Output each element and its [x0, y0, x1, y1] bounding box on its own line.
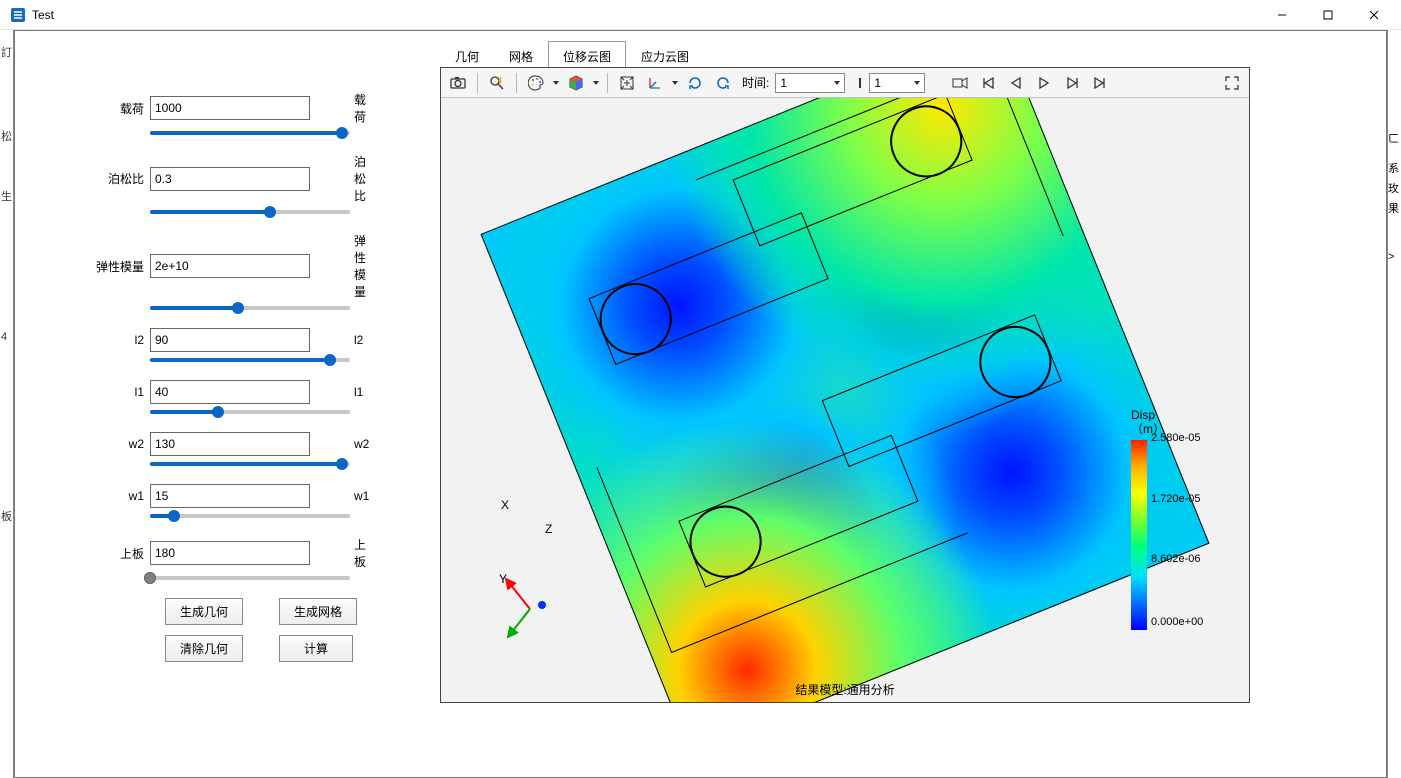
- param-slider-1[interactable]: [150, 210, 350, 214]
- viewer: 时间: 1 1: [440, 67, 1250, 703]
- play-icon[interactable]: [1031, 71, 1057, 95]
- generate-mesh-button[interactable]: 生成网格: [279, 598, 357, 625]
- param-input-3[interactable]: [150, 328, 310, 352]
- param-label-left: w1: [95, 489, 150, 503]
- close-button[interactable]: [1351, 0, 1397, 30]
- param-slider-0[interactable]: [150, 131, 350, 135]
- param-slider-4[interactable]: [150, 410, 350, 414]
- legend-title-1: Disp: [1131, 408, 1231, 422]
- legend-tick: 0.000e+00: [1151, 616, 1203, 628]
- titlebar: Test: [0, 0, 1401, 30]
- param-input-7[interactable]: [150, 541, 310, 565]
- minimize-button[interactable]: [1259, 0, 1305, 30]
- param-label-right: w2: [310, 437, 370, 451]
- time-select-2[interactable]: 1: [869, 73, 925, 93]
- palette-icon[interactable]: [523, 71, 549, 95]
- viewer-toolbar: 时间: 1 1: [441, 68, 1249, 98]
- axes-dropdown[interactable]: [670, 81, 680, 85]
- record-icon[interactable]: [947, 71, 973, 95]
- legend-tick: 8.602e-06: [1151, 553, 1201, 565]
- compute-button[interactable]: 计算: [279, 635, 353, 662]
- result-model-label: 结果模型:通用分析: [795, 681, 894, 698]
- rotate-cw-icon[interactable]: [682, 71, 708, 95]
- param-slider-6[interactable]: [150, 514, 350, 518]
- maximize-button[interactable]: [1305, 0, 1351, 30]
- step-right-icon[interactable]: [847, 71, 867, 95]
- left-num: 4: [1, 330, 7, 344]
- cube-dropdown[interactable]: [591, 81, 601, 85]
- param-label-left: l2: [95, 333, 150, 347]
- time-label: 时间:: [742, 74, 769, 91]
- axes-icon[interactable]: [642, 71, 668, 95]
- generate-geom-button[interactable]: 生成几何: [165, 598, 243, 625]
- left-docked-panel: 訂 松 生 4 板: [0, 30, 14, 778]
- param-input-6[interactable]: [150, 484, 310, 508]
- param-label-left: 上板: [95, 545, 150, 562]
- fullscreen-icon[interactable]: [1219, 71, 1245, 95]
- skip-start-icon[interactable]: [975, 71, 1001, 95]
- skip-end-icon[interactable]: [1087, 71, 1113, 95]
- param-input-1[interactable]: [150, 167, 310, 191]
- legend-bar: [1131, 440, 1147, 630]
- param-label-left: 弹性模量: [95, 258, 150, 275]
- right-docked-panel: ㄈ 系 玫 果 >: [1387, 30, 1401, 778]
- result-canvas[interactable]: X Y Z 结果模型:通用分析 Disp （m） 2.580e-051.720e…: [441, 98, 1249, 702]
- param-input-5[interactable]: [150, 432, 310, 456]
- param-label-right: 载荷: [310, 91, 370, 125]
- param-slider-2[interactable]: [150, 306, 350, 310]
- param-slider-3[interactable]: [150, 358, 350, 362]
- parameter-panel: 载荷 载荷泊松比 泊松比弹性模量 弹性模量 l2 l2 l1 l1 w2 w2 w1 w…: [95, 91, 415, 662]
- axis-z-label: Z: [545, 522, 627, 604]
- clear-geom-button[interactable]: 清除几何: [165, 635, 243, 662]
- param-label-right: w1: [310, 489, 370, 503]
- color-legend: Disp （m） 2.580e-051.720e-058.602e-060.00…: [1131, 408, 1231, 630]
- window-title: Test: [32, 8, 54, 22]
- zoom-lightning-icon[interactable]: [484, 71, 510, 95]
- param-label-left: l1: [95, 385, 150, 399]
- param-input-2[interactable]: [150, 254, 310, 278]
- param-label-left: 载荷: [95, 100, 150, 117]
- legend-tick: 1.720e-05: [1151, 493, 1201, 505]
- param-label-right: l1: [310, 385, 370, 399]
- param-label-left: 泊松比: [95, 170, 150, 187]
- param-label-right: 弹性模量: [310, 232, 370, 300]
- param-label-right: 上板: [310, 536, 370, 570]
- rotate-ccw-icon[interactable]: [710, 71, 736, 95]
- camera-icon[interactable]: [445, 71, 471, 95]
- cube-color-icon[interactable]: [563, 71, 589, 95]
- param-label-left: w2: [95, 437, 150, 451]
- param-input-4[interactable]: [150, 380, 310, 404]
- palette-dropdown[interactable]: [551, 81, 561, 85]
- param-label-right: l2: [310, 333, 370, 347]
- time-select-1[interactable]: 1: [775, 73, 845, 93]
- fit-view-icon[interactable]: [614, 71, 640, 95]
- legend-tick: 2.580e-05: [1151, 432, 1201, 444]
- main-panel: 载荷 载荷泊松比 泊松比弹性模量 弹性模量 l2 l2 l1 l1 w2 w2 w1 w…: [14, 30, 1387, 778]
- param-slider-7[interactable]: [150, 576, 350, 580]
- step-fwd-icon[interactable]: [1059, 71, 1085, 95]
- contour-plate: [480, 98, 1209, 702]
- param-slider-5[interactable]: [150, 462, 350, 466]
- param-input-0[interactable]: [150, 96, 310, 120]
- param-label-right: 泊松比: [310, 153, 370, 204]
- step-back-icon[interactable]: [1003, 71, 1029, 95]
- app-icon: [10, 7, 26, 23]
